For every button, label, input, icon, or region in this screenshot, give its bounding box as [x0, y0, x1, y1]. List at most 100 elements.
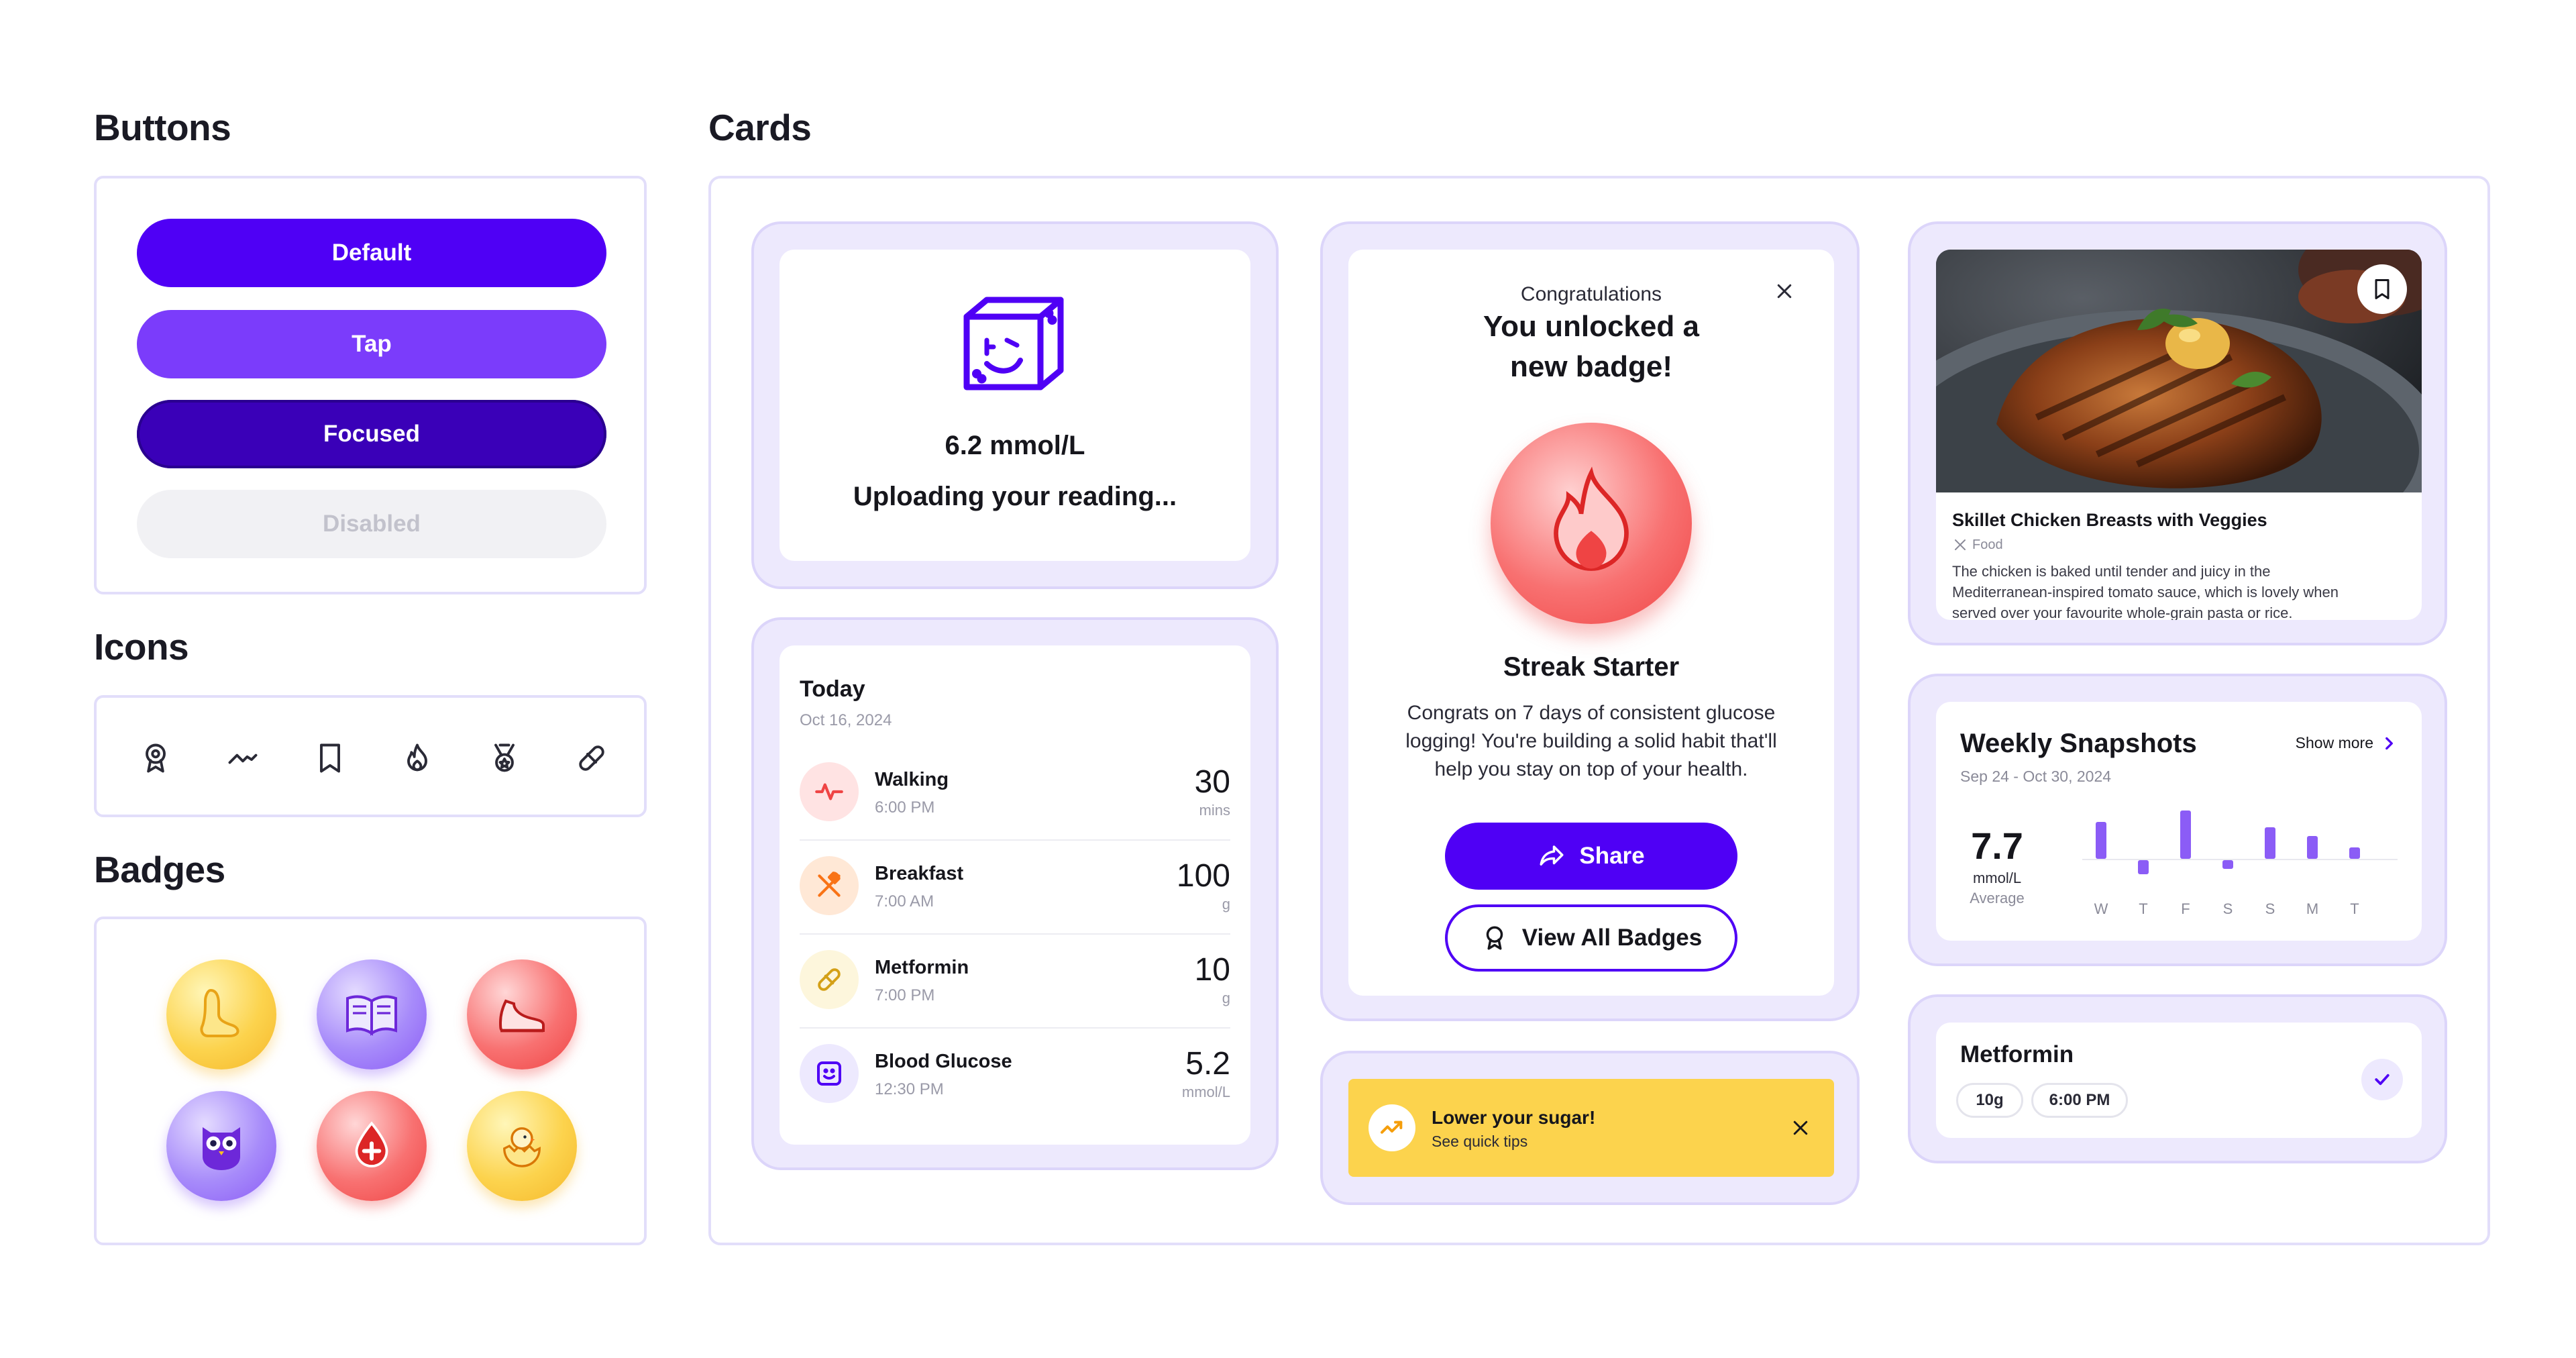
- reading-value: 6.2 mmol/L: [945, 431, 1085, 460]
- chart-tick-label: F: [2181, 900, 2190, 917]
- item-time: 7:00 AM: [875, 892, 934, 910]
- description-line: The chicken is baked until tender and ju…: [1952, 563, 2271, 580]
- chart-tick-label: T: [2139, 900, 2148, 917]
- description-line: served over your favourite whole-grain p…: [1952, 605, 2293, 620]
- unlock-title-line1: You unlocked a: [1483, 310, 1699, 343]
- average-unit: mmol/L: [1972, 870, 2022, 886]
- chart-tick-label: S: [2265, 900, 2275, 917]
- item-unit: mmol/L: [1181, 1084, 1230, 1100]
- tip-banner-card: Lower your sugar! See quick tips: [1320, 1051, 1860, 1205]
- chart-bar: [2096, 821, 2106, 859]
- view-all-badges-button[interactable]: View All Badges: [1445, 904, 1737, 972]
- recipe-card[interactable]: Skillet Chicken Breasts with Veggies Foo…: [1908, 221, 2447, 645]
- icons-heading: Icons: [94, 626, 189, 668]
- item-title: Breakfast: [875, 863, 964, 884]
- upload-card: 6.2 mmol/L Uploading your reading...: [751, 221, 1279, 589]
- utensils-icon: [800, 856, 859, 915]
- streak-badge: [1491, 423, 1692, 624]
- unlock-title-line2: new badge!: [1509, 350, 1673, 383]
- item-title: Blood Glucose: [875, 1051, 1012, 1072]
- pill-icon: [572, 738, 612, 778]
- cards-panel: 6.2 mmol/L Uploading your reading... Tod…: [708, 176, 2490, 1245]
- recipe-title: Skillet Chicken Breasts with Veggies: [1952, 510, 2267, 530]
- tip-banner[interactable]: Lower your sugar! See quick tips: [1348, 1079, 1834, 1177]
- default-button[interactable]: Default: [137, 219, 606, 287]
- item-title: Walking: [875, 769, 949, 790]
- chevron-right-icon: [2385, 737, 2393, 749]
- share-icon: [1540, 845, 1564, 866]
- description-line: help you stay on top of your health.: [1434, 758, 1748, 780]
- chart-tick-label: M: [2306, 900, 2319, 917]
- tap-button[interactable]: Tap: [137, 310, 606, 378]
- utensils-icon: [1955, 539, 1966, 550]
- bookmark-icon: [310, 738, 350, 778]
- upload-status: Uploading your reading...: [853, 482, 1177, 511]
- chart-bar: [2180, 810, 2191, 859]
- share-button[interactable]: Share: [1445, 823, 1737, 890]
- badges-panel: [94, 917, 647, 1245]
- list-item[interactable]: Breakfast 7:00 AM 100 g: [800, 840, 1230, 933]
- pill-icon: [800, 950, 859, 1009]
- chart-baseline: [2082, 859, 2398, 860]
- item-value: 5.2: [1185, 1046, 1230, 1082]
- bookmark-icon: [2375, 279, 2390, 299]
- item-value: 30: [1194, 764, 1230, 800]
- check-icon: [2375, 1074, 2390, 1086]
- tip-title: Lower your sugar!: [1432, 1107, 1596, 1128]
- item-unit: mins: [1199, 802, 1230, 819]
- show-more-link[interactable]: Show more: [2296, 734, 2398, 752]
- chart-tick-label: T: [2350, 900, 2359, 917]
- bookmark-button[interactable]: [2357, 264, 2407, 314]
- weekly-snapshots-card: Weekly Snapshots Show more Sep 24 - Oct …: [1908, 674, 2447, 966]
- share-label: Share: [1579, 843, 1645, 869]
- close-icon[interactable]: [1787, 1114, 1814, 1141]
- badge-icon: [1486, 926, 1503, 950]
- badge-icon: [136, 738, 176, 778]
- flame-icon: [397, 738, 437, 778]
- badge-description: Congrats on 7 days of consistent glucose…: [1348, 699, 1834, 784]
- trend-icon: [1368, 1104, 1415, 1151]
- list-item[interactable]: Metformin 7:00 PM 10 g: [800, 934, 1230, 1027]
- item-value: 100: [1176, 858, 1230, 894]
- disabled-button: Disabled: [137, 490, 606, 558]
- show-more-label: Show more: [2295, 734, 2373, 751]
- chart-bar: [2222, 860, 2233, 869]
- foot-badge: [166, 959, 276, 1069]
- icons-panel: [94, 695, 647, 817]
- average-label: Average: [1970, 890, 2025, 906]
- chart-tick-label: W: [2094, 900, 2108, 917]
- book-badge: [317, 959, 427, 1069]
- focused-button[interactable]: Focused: [137, 400, 606, 468]
- smiley-cube-icon: [957, 290, 1071, 397]
- chart-bar: [2349, 847, 2360, 859]
- list-item[interactable]: Walking 6:00 PM 30 mins: [800, 746, 1230, 839]
- chick-badge: [467, 1091, 577, 1201]
- item-unit: g: [1222, 990, 1230, 1006]
- smiley-icon: [800, 1044, 859, 1103]
- list-item[interactable]: Blood Glucose 12:30 PM 5.2 mmol/L: [800, 1028, 1230, 1121]
- item-time: 12:30 PM: [875, 1080, 944, 1098]
- today-date: Oct 16, 2024: [800, 711, 892, 729]
- weekly-title: Weekly Snapshots: [1960, 729, 2197, 758]
- weekly-date-range: Sep 24 - Oct 30, 2024: [1960, 768, 2112, 785]
- metformin-card: Metformin 10g 6:00 PM: [1908, 994, 2447, 1163]
- shoe-badge: [467, 959, 577, 1069]
- check-toggle[interactable]: [2361, 1059, 2403, 1100]
- item-time: 6:00 PM: [875, 798, 935, 817]
- chart-bar: [2265, 827, 2275, 859]
- badge-unlocked-card: Congratulations You unlocked a new badge…: [1320, 221, 1860, 1021]
- dose-chip: 10g: [1956, 1083, 2023, 1118]
- med-title: Metformin: [1960, 1041, 2074, 1067]
- recipe-category: Food: [1952, 537, 2003, 553]
- view-all-label: View All Badges: [1521, 925, 1703, 951]
- weekly-bar-chart: WTFSSMT: [2082, 785, 2398, 919]
- description-line: logging! You're building a solid habit t…: [1405, 730, 1777, 752]
- badge-name: Streak Starter: [1503, 652, 1680, 682]
- badges-heading: Badges: [94, 849, 225, 890]
- tip-subtitle: See quick tips: [1432, 1133, 1528, 1150]
- recipe-description: The chicken is baked until tender and ju…: [1952, 561, 2339, 620]
- congrats-label: Congratulations: [1520, 283, 1662, 305]
- item-value: 10: [1194, 952, 1230, 988]
- today-title: Today: [800, 676, 865, 702]
- chart-bar: [2138, 860, 2149, 875]
